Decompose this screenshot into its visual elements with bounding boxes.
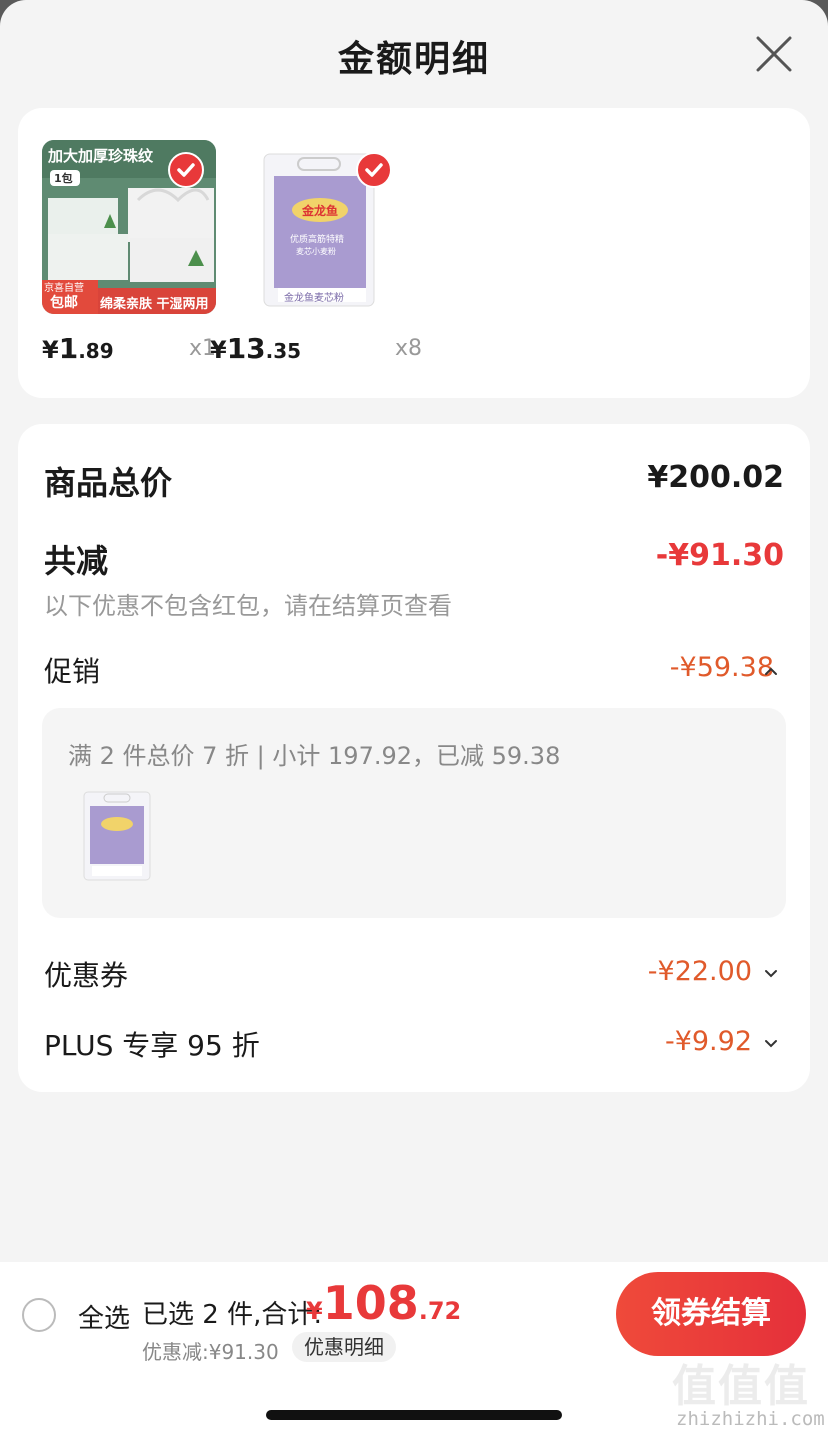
plus-discount-value[interactable]: -¥9.92 <box>665 1026 752 1057</box>
product-image-sub: 麦芯小麦粉 <box>296 247 336 256</box>
product-image-title: 优质高筋特精 <box>290 235 345 245</box>
promotion-detail-box: 满 2 件总价 7 折 | 小计 197.92，已减 59.38 <box>42 708 786 918</box>
price-summary-card: 商品总价 ¥200.02 共减 -¥91.30 以下优惠不包含红包，请在结算页查… <box>18 424 810 1092</box>
header: 金额明细 <box>0 0 828 108</box>
home-indicator <box>266 1410 562 1420</box>
total-reduction-label: 共减 <box>44 542 109 580</box>
promotion-detail-text: 满 2 件总价 7 折 | 小计 197.92，已减 59.38 <box>68 742 561 770</box>
chevron-down-icon[interactable] <box>762 964 780 982</box>
product-checkbox[interactable] <box>356 152 392 188</box>
chevron-down-icon[interactable] <box>762 1034 780 1052</box>
checkout-button[interactable]: 领券结算 <box>616 1272 806 1356</box>
check-icon <box>365 163 383 177</box>
product-checkbox[interactable] <box>168 152 204 188</box>
page-title: 金额明细 <box>337 39 490 80</box>
reduction-note: 以下优惠不包含红包，请在结算页查看 <box>44 592 452 620</box>
promotion-label[interactable]: 促销 <box>44 650 100 690</box>
close-button[interactable] <box>754 34 794 74</box>
product-image-brand: 金龙鱼 <box>302 204 339 218</box>
product-quantity: x8 <box>394 336 422 361</box>
watermark-url: zhizhizhi.com <box>676 1408 825 1430</box>
close-icon <box>756 36 792 72</box>
goods-total-label: 商品总价 <box>44 464 173 502</box>
selected-products-card: 加大加厚珍珠纹 1包 京喜自营 包邮 绵柔亲肤 干湿两用 ¥1.89 x1 金龙… <box>18 108 810 398</box>
amount-detail-sheet: 金额明细 加大加厚珍珠纹 1包 京喜自营 包邮 绵柔亲肤 干湿两用 ¥1.89 … <box>0 0 828 1436</box>
check-icon <box>177 163 195 177</box>
product-price: ¥1.89 <box>42 332 114 365</box>
goods-total-value: ¥200.02 <box>647 460 784 495</box>
product-price-row: ¥13.35 x8 <box>210 332 422 372</box>
coupon-label[interactable]: 优惠券 <box>44 954 128 994</box>
select-all-checkbox[interactable] <box>22 1298 56 1332</box>
product-image-title: 加大加厚珍珠纹 <box>48 147 154 165</box>
chevron-up-icon[interactable] <box>762 662 780 680</box>
product-price: ¥13.35 <box>210 332 302 365</box>
promotion-value[interactable]: -¥59.38 <box>670 652 774 683</box>
total-reduction-value: -¥91.30 <box>655 538 784 573</box>
plus-discount-label[interactable]: PLUS 专享 95 折 <box>44 1024 260 1064</box>
product-price-row: ¥1.89 x1 <box>42 332 216 372</box>
discount-summary: 优惠减:¥91.30 <box>142 1340 279 1364</box>
promotion-product-thumbnail[interactable] <box>82 790 152 882</box>
product-image-tag: 1包 <box>54 172 73 185</box>
product-image-label: 包邮 <box>50 295 78 311</box>
grand-total: ¥108.72 <box>306 1276 462 1330</box>
discount-detail-button[interactable]: 优惠明细 <box>292 1332 396 1362</box>
select-all-label[interactable]: 全选 <box>78 1298 130 1335</box>
product-image-label: 绵柔亲肤 干湿两用 <box>100 297 209 312</box>
product-image-bottom: 金龙鱼麦芯粉 <box>284 293 344 304</box>
selected-count-text: 已选 2 件,合计: <box>142 1300 323 1330</box>
coupon-value[interactable]: -¥22.00 <box>648 956 752 987</box>
